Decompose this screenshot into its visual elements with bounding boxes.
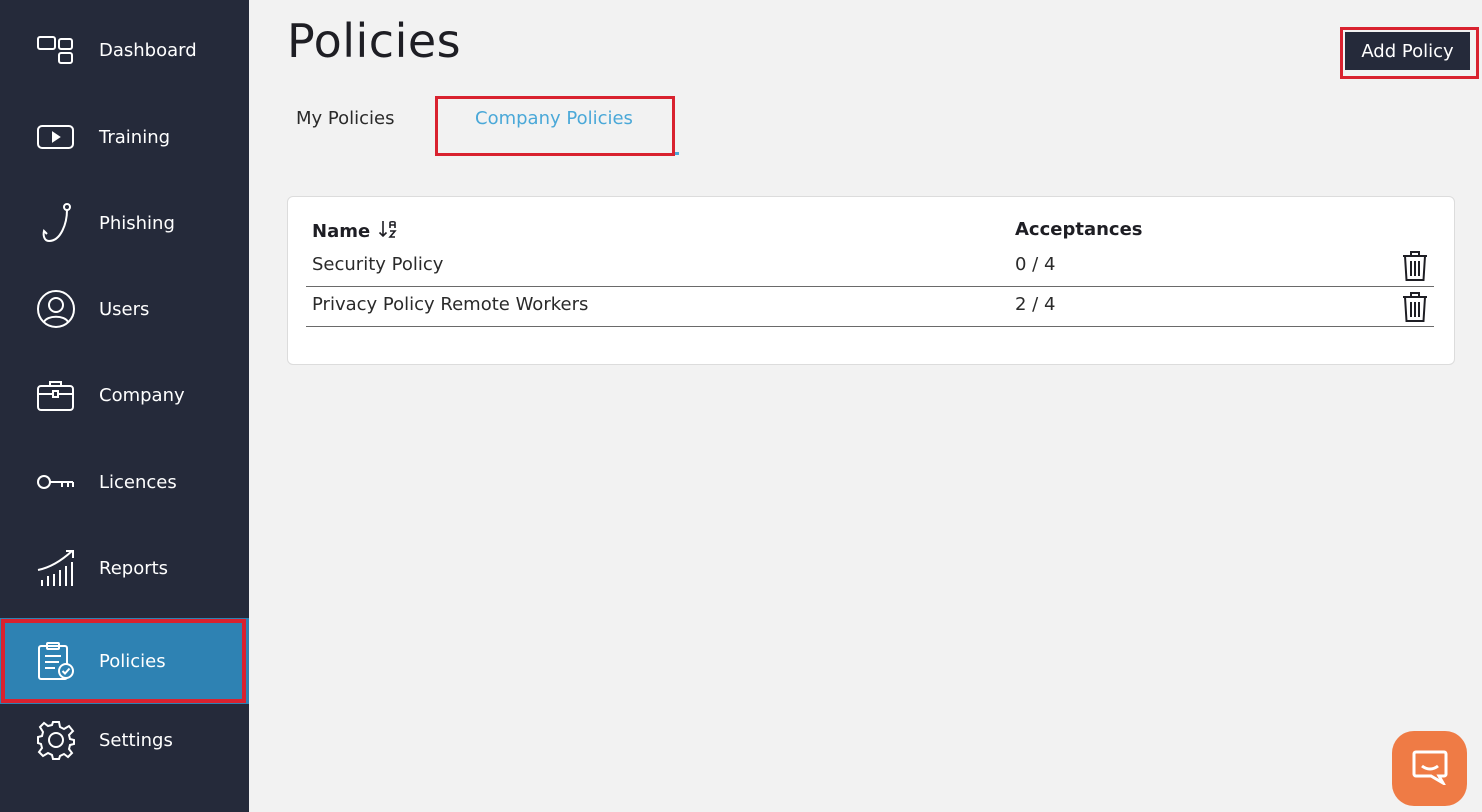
sidebar-item-label: Phishing [99, 212, 175, 234]
sidebar-item-reports[interactable]: Reports [0, 525, 249, 611]
trash-icon[interactable] [1402, 291, 1428, 323]
add-policy-button[interactable]: Add Policy [1345, 32, 1470, 70]
sidebar-item-company[interactable]: Company [0, 352, 249, 438]
sidebar-item-users[interactable]: Users [0, 266, 249, 352]
sidebar-item-label: Reports [99, 557, 169, 579]
table-row[interactable]: Privacy Policy Remote Workers 2 / 4 [306, 286, 1434, 327]
column-header-acceptances: Acceptances [1015, 219, 1143, 240]
sidebar-item-training[interactable]: Training [0, 94, 249, 180]
trash-icon[interactable] [1402, 250, 1428, 282]
sidebar-item-label: Company [99, 384, 185, 406]
tab-my-policies[interactable]: My Policies [296, 108, 394, 129]
tab-company-policies[interactable]: Company Policies [475, 108, 633, 129]
chat-launcher-button[interactable] [1392, 731, 1467, 806]
sidebar-item-licences[interactable]: Licences [0, 439, 249, 525]
sidebar-item-label: Users [99, 298, 150, 320]
sidebar-item-label: Policies [99, 650, 166, 672]
column-header-name[interactable]: Name [312, 219, 398, 244]
column-header-label: Name [312, 221, 371, 242]
dashboard-icon [35, 29, 77, 71]
chart-trend-icon [35, 547, 77, 589]
sidebar-item-policies[interactable]: Policies [0, 618, 249, 704]
sidebar-item-settings[interactable]: Settings [0, 697, 249, 783]
clipboard-check-icon [35, 640, 77, 682]
active-tab-indicator [675, 152, 679, 155]
policy-acceptances: 2 / 4 [1015, 294, 1056, 315]
policy-acceptances: 0 / 4 [1015, 254, 1056, 275]
policy-name[interactable]: Privacy Policy Remote Workers [312, 294, 588, 315]
chat-bubble-icon [1411, 749, 1449, 789]
sidebar-item-label: Licences [99, 471, 177, 493]
table-row[interactable]: Security Policy 0 / 4 [306, 246, 1434, 287]
sort-alpha-down-icon[interactable] [378, 219, 398, 244]
gear-icon [35, 719, 77, 761]
briefcase-icon [35, 374, 77, 416]
sidebar: Dashboard Training Phishing Users Compan… [0, 0, 249, 812]
user-circle-icon [35, 288, 77, 330]
sidebar-item-label: Training [99, 126, 171, 148]
sidebar-item-dashboard[interactable]: Dashboard [0, 7, 249, 93]
page-title: Policies [287, 14, 462, 68]
sidebar-item-label: Settings [99, 729, 173, 751]
fish-hook-icon [35, 202, 77, 244]
policy-name[interactable]: Security Policy [312, 254, 443, 275]
sidebar-item-phishing[interactable]: Phishing [0, 180, 249, 266]
video-play-icon [35, 116, 77, 158]
sidebar-item-label: Dashboard [99, 39, 197, 61]
key-icon [35, 461, 77, 503]
